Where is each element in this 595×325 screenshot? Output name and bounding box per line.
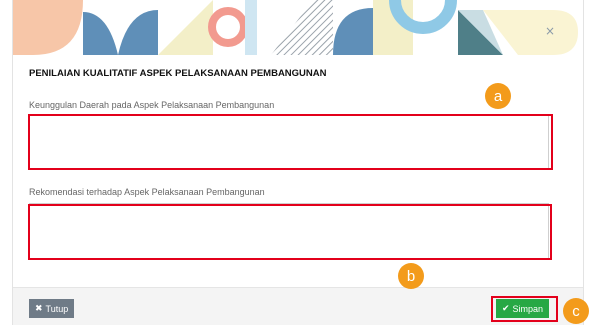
rekomendasi-textarea[interactable] (29, 203, 549, 259)
annotation-badge-c: c (563, 298, 589, 324)
modal-title: PENILAIAN KUALITATIF ASPEK PELAKSANAAN P… (29, 68, 327, 79)
annotation-badge-b: b (398, 263, 424, 289)
annotation-badge-a: a (485, 83, 511, 109)
check-icon: ✔ (502, 303, 510, 314)
close-button[interactable]: ✖ Tutup (29, 299, 75, 318)
times-icon: ✖ (35, 303, 43, 314)
decorative-header-banner (13, 0, 583, 55)
close-button-label: Tutup (45, 303, 69, 314)
modal-footer: ✖ Tutup ✔ Simpan (13, 287, 583, 325)
keunggulan-textarea[interactable] (29, 115, 549, 169)
close-icon[interactable]: × (545, 24, 555, 38)
field-label-keunggulan: Keunggulan Daerah pada Aspek Pelaksanaan… (29, 100, 275, 110)
save-button-label: Simpan (512, 303, 544, 314)
field-label-rekomendasi: Rekomendasi terhadap Aspek Pelaksanaan P… (29, 187, 265, 197)
assessment-modal: × PENILAIAN KUALITATIF ASPEK PELAKSANAAN… (12, 0, 584, 325)
save-button[interactable]: ✔ Simpan (496, 299, 550, 318)
